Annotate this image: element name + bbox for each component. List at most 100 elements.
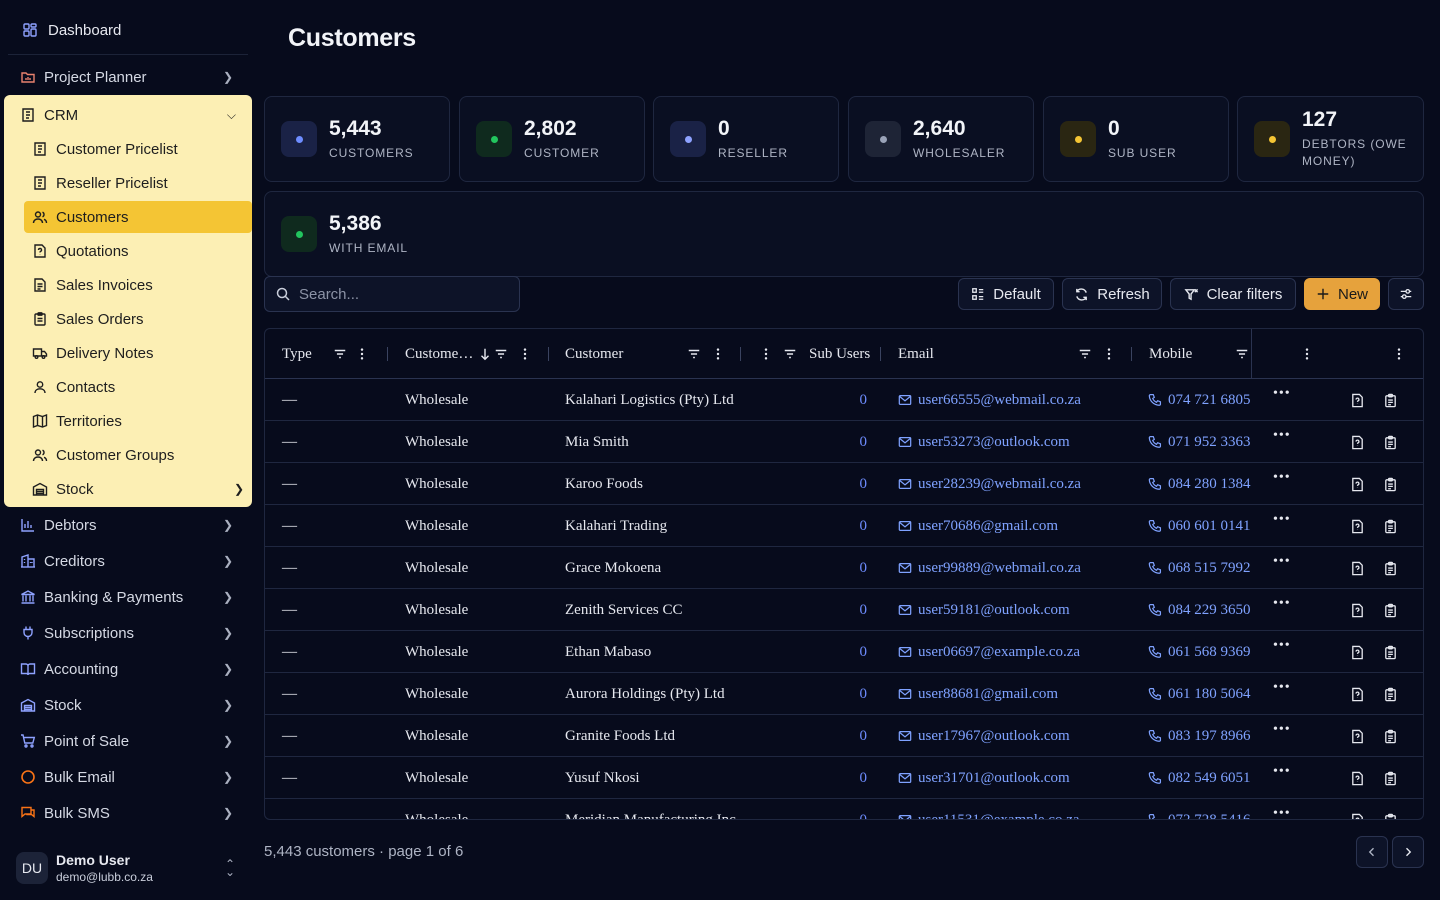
sidebar-item-stock[interactable]: Stock ❯	[24, 473, 252, 505]
email-link[interactable]: user06697@example.co.za	[918, 644, 1080, 661]
clipboard-icon[interactable]	[1383, 505, 1398, 547]
filter-icon[interactable]	[494, 346, 508, 362]
table-row[interactable]: — Wholesale Kalahari Logistics (Pty) Ltd…	[265, 379, 1423, 421]
clipboard-icon[interactable]	[1383, 589, 1398, 631]
sidebar-item-debtors[interactable]: Debtors ❯	[8, 509, 248, 541]
quotation-icon[interactable]	[1350, 715, 1365, 757]
phone-link[interactable]: 071 952 3363	[1168, 434, 1251, 451]
clipboard-icon[interactable]	[1383, 547, 1398, 589]
filter-icon[interactable]	[783, 346, 797, 362]
row-more-icon[interactable]: •••	[1273, 667, 1291, 709]
clipboard-icon[interactable]	[1383, 757, 1398, 799]
clipboard-icon[interactable]	[1383, 463, 1398, 505]
email-link[interactable]: user31701@outlook.com	[918, 770, 1070, 787]
filter-icon[interactable]	[1078, 346, 1092, 362]
next-page-button[interactable]	[1392, 836, 1424, 868]
quotation-icon[interactable]	[1350, 673, 1365, 715]
sidebar-item-delivery-notes[interactable]: Delivery Notes	[24, 337, 252, 369]
cell-mobile[interactable]: 074 721 6805	[1148, 379, 1251, 421]
sidebar-item-dashboard[interactable]: Dashboard	[8, 12, 248, 48]
quotation-icon[interactable]	[1350, 589, 1365, 631]
sidebar-item-territories[interactable]: Territories	[24, 405, 252, 437]
phone-link[interactable]: 084 229 3650	[1168, 602, 1251, 619]
clipboard-icon[interactable]	[1383, 799, 1398, 819]
search-input[interactable]	[299, 285, 499, 303]
cell-sub-users[interactable]: 0	[825, 715, 868, 757]
cell-sub-users[interactable]: 0	[825, 463, 868, 505]
clipboard-icon[interactable]	[1383, 715, 1398, 757]
table-row[interactable]: — Wholesale Yusuf Nkosi 0 user31701@outl…	[265, 757, 1423, 799]
column-header-sub-users[interactable]: Sub Users	[809, 329, 870, 379]
sidebar-item-contacts[interactable]: Contacts	[24, 371, 252, 403]
cell-mobile[interactable]: 061 180 5064	[1148, 673, 1251, 715]
column-header-category[interactable]: Custome…	[405, 329, 473, 379]
sidebar-item-accounting[interactable]: Accounting ❯	[8, 653, 248, 685]
column-menu-icon[interactable]	[1305, 346, 1309, 362]
view-settings-button[interactable]	[1388, 278, 1424, 310]
clipboard-icon[interactable]	[1383, 379, 1398, 421]
clipboard-icon[interactable]	[1383, 421, 1398, 463]
phone-link[interactable]: 074 721 6805	[1168, 392, 1251, 409]
cell-email[interactable]: user59181@outlook.com	[898, 589, 1070, 631]
column-header-mobile[interactable]: Mobile	[1149, 329, 1192, 379]
row-more-icon[interactable]: •••	[1273, 625, 1291, 667]
column-menu-icon[interactable]	[1107, 346, 1111, 362]
column-header-type[interactable]: Type	[282, 329, 312, 379]
clear-filters-button[interactable]: Clear filters	[1170, 278, 1296, 310]
cell-sub-users[interactable]: 0	[825, 379, 868, 421]
sidebar-item-point-of-sale[interactable]: Point of Sale ❯	[8, 725, 248, 757]
sidebar-item-sales-orders[interactable]: Sales Orders	[24, 303, 252, 335]
prev-page-button[interactable]	[1356, 836, 1388, 868]
column-menu-icon[interactable]	[523, 346, 527, 362]
new-customer-button[interactable]: New	[1304, 278, 1380, 310]
clipboard-icon[interactable]	[1383, 631, 1398, 673]
sidebar-item-crm[interactable]: CRM ⌵	[8, 99, 248, 131]
column-menu-icon[interactable]	[764, 346, 768, 362]
cell-mobile[interactable]: 068 515 7992	[1148, 547, 1251, 589]
cell-mobile[interactable]: 061 568 9369	[1148, 631, 1251, 673]
table-row[interactable]: — Wholesale Grace Mokoena 0 user99889@we…	[265, 547, 1423, 589]
phone-link[interactable]: 084 280 1384	[1168, 476, 1251, 493]
cell-email[interactable]: user28239@webmail.co.za	[898, 463, 1081, 505]
cell-email[interactable]: user99889@webmail.co.za	[898, 547, 1081, 589]
sidebar-item-customer-pricelist[interactable]: Customer Pricelist	[24, 133, 252, 165]
sidebar-item-customers[interactable]: Customers	[24, 201, 252, 233]
phone-link[interactable]: 083 197 8966	[1168, 728, 1251, 745]
sidebar-item-customer-groups[interactable]: Customer Groups	[24, 439, 252, 471]
column-menu-icon[interactable]	[716, 346, 720, 362]
table-row[interactable]: — Wholesale Kalahari Trading 0 user70686…	[265, 505, 1423, 547]
cell-email[interactable]: user66555@webmail.co.za	[898, 379, 1081, 421]
email-link[interactable]: user59181@outlook.com	[918, 602, 1070, 619]
email-link[interactable]: user66555@webmail.co.za	[918, 392, 1081, 409]
cell-mobile[interactable]: 072 728 5416	[1148, 799, 1251, 820]
stat-card[interactable]: 0 RESELLER	[653, 96, 839, 182]
search-input-wrapper[interactable]	[264, 276, 520, 312]
stat-card[interactable]: 0 SUB USER	[1043, 96, 1229, 182]
row-more-icon[interactable]: •••	[1273, 415, 1291, 457]
table-row[interactable]: — Wholesale Ethan Mabaso 0 user06697@exa…	[265, 631, 1423, 673]
sidebar-item-sales-invoices[interactable]: Sales Invoices	[24, 269, 252, 301]
email-link[interactable]: user53273@outlook.com	[918, 434, 1070, 451]
user-menu[interactable]: DU Demo User demo@lubb.co.za ⌃ ⌄	[8, 844, 248, 892]
phone-link[interactable]: 061 180 5064	[1168, 686, 1251, 703]
cell-email[interactable]: user53273@outlook.com	[898, 421, 1070, 463]
filter-icon[interactable]	[1235, 346, 1249, 362]
cell-email[interactable]: user31701@outlook.com	[898, 757, 1070, 799]
cell-sub-users[interactable]: 0	[825, 631, 868, 673]
quotation-icon[interactable]	[1350, 799, 1365, 819]
cell-mobile[interactable]: 083 197 8966	[1148, 715, 1251, 757]
cell-mobile[interactable]: 084 280 1384	[1148, 463, 1251, 505]
phone-link[interactable]: 082 549 6051	[1168, 770, 1251, 787]
sidebar-item-creditors[interactable]: Creditors ❯	[8, 545, 248, 577]
quotation-icon[interactable]	[1350, 631, 1365, 673]
cell-mobile[interactable]: 082 549 6051	[1148, 757, 1251, 799]
column-header-customer[interactable]: Customer	[565, 329, 623, 379]
stat-card[interactable]: 127 DEBTORS (OWE MONEY)	[1237, 96, 1424, 182]
column-menu-icon[interactable]	[1397, 346, 1401, 362]
phone-link[interactable]: 072 728 5416	[1168, 812, 1251, 820]
email-link[interactable]: user99889@webmail.co.za	[918, 560, 1081, 577]
cell-email[interactable]: user17967@outlook.com	[898, 715, 1070, 757]
column-header-email[interactable]: Email	[898, 329, 934, 379]
cell-email[interactable]: user06697@example.co.za	[898, 631, 1080, 673]
sidebar-item-banking-payments[interactable]: Banking & Payments ❯	[8, 581, 248, 613]
